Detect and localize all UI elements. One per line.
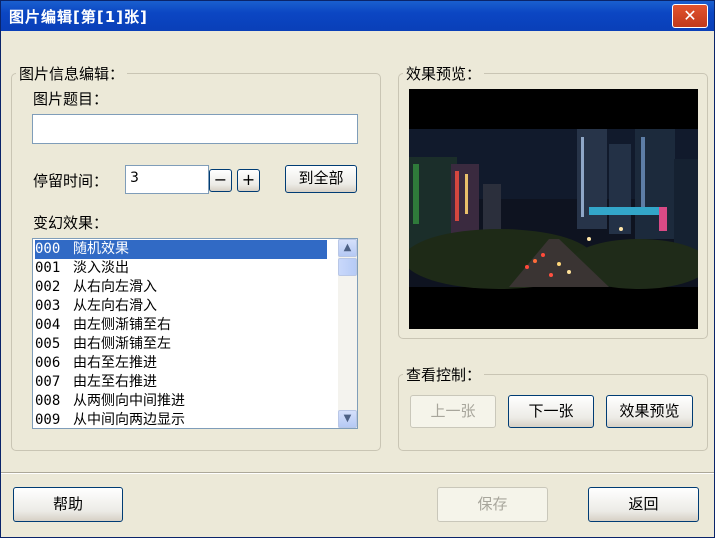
list-item[interactable]: 008 从两侧向中间推进	[35, 392, 335, 411]
scroll-thumb[interactable]	[338, 258, 357, 276]
list-item[interactable]: 002 从右向左滑入	[35, 278, 335, 297]
save-button[interactable]: 保存	[437, 487, 548, 522]
picture-title-label: 图片题目：	[33, 90, 109, 108]
view-control-group-legend: 查看控制：	[403, 364, 485, 385]
dialog-body: 图片信息编辑： 图片题目： 停留时间： 3 − + 到全部 变幻效果： 000 随…	[1, 31, 714, 537]
dialog-window: 图片编辑[第[1]张] ✕ 图片信息编辑： 图片题目： 停留时间： 3 − + …	[0, 0, 715, 538]
picture-title-input[interactable]	[32, 114, 358, 144]
help-button[interactable]: 帮助	[13, 487, 123, 522]
close-icon: ✕	[683, 6, 697, 25]
preview-group-legend: 效果预览：	[403, 63, 485, 84]
list-item[interactable]: 001 淡入淡出	[35, 259, 335, 278]
list-item[interactable]: 000 随机效果	[35, 240, 327, 259]
close-button[interactable]: ✕	[672, 4, 708, 28]
scroll-down-button[interactable]: ▼	[338, 410, 357, 428]
footer-divider	[1, 472, 714, 474]
stay-time-decrease-button[interactable]: −	[209, 169, 232, 192]
stay-time-value: 3	[130, 170, 139, 186]
minus-icon: −	[213, 170, 228, 189]
list-item[interactable]: 005 由右侧渐铺至左	[35, 335, 335, 354]
list-item[interactable]: 004 由左侧渐铺至右	[35, 316, 335, 335]
list-item[interactable]: 009 从中间向两边显示	[35, 411, 335, 428]
city-night-image	[409, 89, 698, 329]
stay-time-increase-button[interactable]: +	[237, 169, 260, 192]
stay-time-label: 停留时间：	[33, 172, 109, 190]
list-item[interactable]: 007 由左至右推进	[35, 373, 335, 392]
info-group-legend: 图片信息编辑：	[16, 63, 128, 84]
previous-picture-button[interactable]: 上一张	[410, 395, 496, 428]
transition-effect-list[interactable]: 000 随机效果 001 淡入淡出 002 从右向左滑入 003 从左向右滑入 004 由…	[32, 238, 358, 429]
plus-icon: +	[241, 170, 256, 189]
list-item[interactable]: 003 从左向右滑入	[35, 297, 335, 316]
chevron-up-icon: ▲	[343, 242, 352, 253]
list-scrollbar[interactable]: ▲ ▼	[338, 239, 357, 428]
back-button[interactable]: 返回	[588, 487, 699, 522]
scroll-up-button[interactable]: ▲	[338, 239, 357, 257]
apply-to-all-button[interactable]: 到全部	[285, 165, 357, 193]
next-picture-button[interactable]: 下一张	[508, 395, 594, 428]
window-title: 图片编辑[第[1]张]	[9, 8, 148, 26]
effect-preview-button[interactable]: 效果预览	[606, 395, 693, 428]
preview-image	[409, 89, 698, 329]
stay-time-input[interactable]: 3	[125, 165, 209, 194]
title-bar[interactable]: 图片编辑[第[1]张] ✕	[1, 1, 714, 31]
transition-effect-label: 变幻效果：	[33, 214, 109, 232]
chevron-down-icon: ▼	[343, 413, 352, 424]
list-item[interactable]: 006 由右至左推进	[35, 354, 335, 373]
